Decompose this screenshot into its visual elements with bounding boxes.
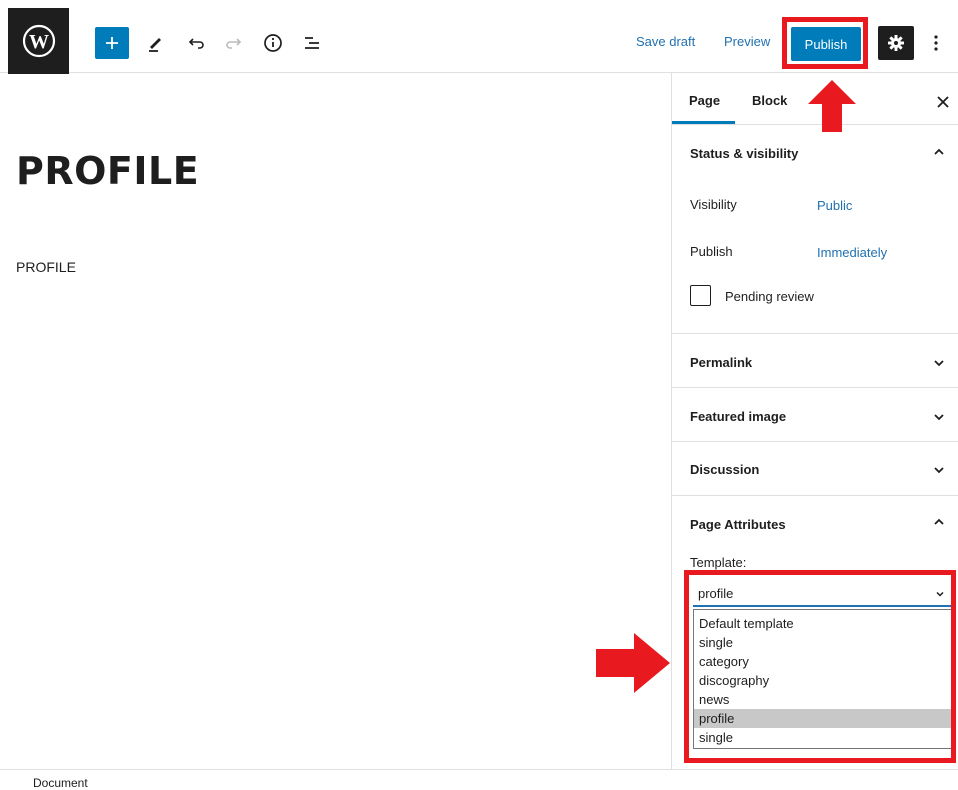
tools-button[interactable] (143, 27, 167, 59)
permalink-title[interactable]: Permalink (690, 355, 752, 370)
template-label: Template: (690, 555, 747, 570)
chevron-down-icon[interactable] (932, 463, 946, 477)
pending-review-label[interactable]: Pending review (725, 289, 814, 304)
top-toolbar: W Save draft Preview Publish (0, 0, 958, 74)
publish-highlight-box (782, 17, 868, 69)
add-block-button[interactable] (95, 27, 129, 59)
tab-block[interactable]: Block (752, 93, 787, 108)
page-attributes-title[interactable]: Page Attributes (690, 517, 786, 532)
chevron-up-icon[interactable] (932, 145, 946, 159)
pencil-icon (149, 38, 161, 52)
tab-page[interactable]: Page (689, 93, 720, 108)
wordpress-logo-button[interactable]: W (8, 8, 69, 74)
paragraph-block[interactable]: PROFILE (16, 259, 76, 275)
featured-image-title[interactable]: Featured image (690, 409, 786, 424)
redo-button[interactable] (222, 27, 246, 59)
settings-button[interactable] (878, 26, 914, 60)
plus-icon (106, 37, 118, 49)
pending-review-checkbox[interactable] (690, 285, 711, 306)
visibility-label: Visibility (690, 197, 737, 212)
save-draft-button[interactable]: Save draft (636, 34, 695, 49)
visibility-value-link[interactable]: Public (817, 198, 852, 213)
redo-icon (226, 38, 242, 49)
chevron-down-icon[interactable] (932, 356, 946, 370)
breadcrumb[interactable]: Document (33, 776, 88, 790)
arrow-right-icon (596, 633, 670, 693)
info-icon (264, 34, 282, 52)
publish-label: Publish (690, 244, 733, 259)
template-highlight-box (684, 570, 956, 763)
editor-canvas: PROFILE PROFILE (0, 73, 671, 769)
undo-icon (188, 38, 204, 49)
discussion-panel[interactable]: Discussion (672, 442, 958, 496)
details-button[interactable] (261, 27, 285, 59)
status-visibility-panel: Status & visibility Visibility Public Pu… (672, 125, 958, 334)
discussion-title[interactable]: Discussion (690, 462, 759, 477)
undo-button[interactable] (184, 27, 208, 59)
permalink-panel[interactable]: Permalink (672, 334, 958, 388)
page-title[interactable]: PROFILE (16, 149, 199, 193)
active-tab-indicator (672, 121, 735, 124)
list-view-button[interactable] (300, 27, 324, 59)
chevron-up-icon[interactable] (932, 515, 946, 529)
preview-button[interactable]: Preview (724, 34, 770, 49)
list-view-icon (305, 37, 319, 49)
status-footer: Document (0, 769, 958, 790)
options-button[interactable] (926, 28, 946, 58)
status-visibility-title[interactable]: Status & visibility (690, 146, 798, 161)
close-icon[interactable] (936, 95, 950, 109)
wordpress-icon: W (22, 24, 55, 58)
featured-image-panel[interactable]: Featured image (672, 388, 958, 442)
arrow-up-icon (808, 80, 856, 132)
publish-date-link[interactable]: Immediately (817, 245, 887, 260)
svg-text:W: W (29, 31, 49, 53)
chevron-down-icon[interactable] (932, 410, 946, 424)
gear-icon (888, 35, 904, 51)
more-vertical-icon (934, 35, 938, 51)
